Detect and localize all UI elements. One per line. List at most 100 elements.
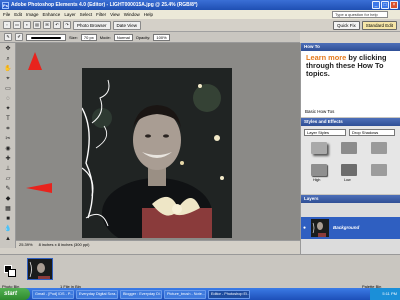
- menu-filter[interactable]: Filter: [96, 12, 106, 17]
- eye-icon[interactable]: ●: [303, 225, 306, 231]
- quick-fix-button[interactable]: Quick Fix: [332, 21, 360, 30]
- sponge-tool-icon[interactable]: ▲: [3, 235, 13, 243]
- eraser-tool-icon[interactable]: ▱: [3, 175, 13, 183]
- layers-panel-title[interactable]: Layers: [301, 195, 400, 203]
- size-label: Size:: [69, 34, 78, 40]
- help-search-input[interactable]: Type a question for help: [332, 11, 388, 18]
- how-to-panel-body: Learn more by clicking through these How…: [301, 51, 400, 117]
- menu-file[interactable]: File: [3, 12, 10, 17]
- print-icon[interactable]: ▤: [33, 21, 41, 29]
- style-category-select[interactable]: Layer Styles: [304, 129, 346, 136]
- size-field[interactable]: 70 px: [80, 33, 97, 41]
- shape-tool-icon[interactable]: ■: [3, 215, 13, 223]
- opacity-field[interactable]: 100%: [153, 33, 170, 41]
- taskbar-item[interactable]: Picture_brush - Note...: [164, 289, 206, 299]
- impressionist-brush-icon[interactable]: ✐: [15, 33, 23, 41]
- app-icon: Ps: [2, 1, 9, 9]
- new-icon[interactable]: ▫: [3, 21, 11, 29]
- workspace: 25.39% 8 inches x 8 inches (300 ppi): [16, 43, 300, 248]
- menu-layer[interactable]: Layer: [64, 12, 75, 17]
- red-eye-tool-icon[interactable]: ◉: [3, 145, 13, 153]
- minimize-button[interactable]: _: [372, 1, 380, 9]
- taskbar-item[interactable]: Blogger : Everyday Di...: [120, 289, 162, 299]
- style-swatch-high[interactable]: [311, 164, 327, 176]
- style-swatch-2[interactable]: [341, 142, 357, 154]
- paint-bucket-tool-icon[interactable]: ◆: [3, 195, 13, 203]
- shortcuts-bar: ▫ ▭ ▪ ▤ ✉ ↶ ↷ Photo Browser Date View Qu…: [0, 19, 400, 32]
- system-clock: 5:11 PM: [370, 288, 400, 300]
- eyedropper-tool-icon[interactable]: ⌖: [3, 75, 13, 83]
- date-view-button[interactable]: Date View: [112, 20, 141, 30]
- document-window: 25.39% 8 inches x 8 inches (300 ppi): [16, 43, 300, 248]
- photo-bin-thumbnail[interactable]: [27, 258, 53, 280]
- magic-wand-tool-icon[interactable]: ✦: [3, 105, 13, 113]
- brush-tool-icon[interactable]: ✎: [4, 33, 12, 41]
- close-button[interactable]: ×: [390, 1, 398, 9]
- how-to-panel: How To Learn more by clicking through th…: [301, 43, 400, 117]
- photo-image: [82, 68, 232, 238]
- how-to-intro: Learn more by clicking through these How…: [306, 54, 399, 78]
- menu-bar: File Edit Image Enhance Layer Select Fil…: [0, 10, 400, 19]
- annotation-arrow-up: [28, 52, 42, 70]
- document-status-bar: 25.39% 8 inches x 8 inches (300 ppi): [16, 240, 300, 248]
- basic-how-tos-link[interactable]: Basic How Tos: [305, 109, 334, 114]
- menu-enhance[interactable]: Enhance: [43, 12, 61, 17]
- layer-row-background[interactable]: ● Background: [301, 217, 400, 239]
- menu-select[interactable]: Select: [80, 12, 93, 17]
- hand-tool-icon[interactable]: ✋: [3, 65, 13, 73]
- window-controls: _ □ ×: [372, 1, 398, 9]
- annotation-arrow-left: [26, 183, 52, 193]
- taskbar-item[interactable]: Gmail - [Pod] IDS - P...: [32, 289, 74, 299]
- gradient-tool-icon[interactable]: ▦: [3, 205, 13, 213]
- menu-image[interactable]: Image: [26, 12, 39, 17]
- menu-window[interactable]: Window: [124, 12, 140, 17]
- undo-icon[interactable]: ↶: [53, 21, 61, 29]
- style-swatch-6[interactable]: [371, 164, 387, 176]
- style-swatch-3[interactable]: [371, 142, 387, 154]
- background-color-swatch[interactable]: [8, 269, 16, 277]
- palette-bin: How To Learn more by clicking through th…: [300, 43, 400, 273]
- healing-tool-icon[interactable]: ✚: [3, 155, 13, 163]
- start-button[interactable]: start: [0, 288, 30, 300]
- menu-edit[interactable]: Edit: [14, 12, 22, 17]
- clone-stamp-tool-icon[interactable]: ⊥: [3, 165, 13, 173]
- brush-tool-selected-icon[interactable]: ✎: [3, 185, 13, 193]
- layer-name: Background: [333, 225, 360, 230]
- style-swatch-1[interactable]: [311, 142, 327, 154]
- layer-thumbnail: [311, 219, 329, 237]
- move-tool-icon[interactable]: ✥: [3, 45, 13, 53]
- style-swatch-low-label: Low: [344, 178, 351, 182]
- style-swatch-high-label: High: [313, 178, 321, 182]
- zoom-level[interactable]: 25.39%: [19, 242, 33, 247]
- document-canvas[interactable]: [82, 68, 232, 238]
- mode-select[interactable]: Normal: [113, 33, 133, 41]
- save-icon[interactable]: ▪: [23, 21, 31, 29]
- menu-view[interactable]: View: [110, 12, 120, 17]
- lasso-tool-icon[interactable]: ◌: [3, 95, 13, 103]
- how-to-panel-title[interactable]: How To: [301, 43, 400, 51]
- cookie-cutter-tool-icon[interactable]: ✂: [3, 135, 13, 143]
- taskbar-item-active[interactable]: Editor - Photoshop El...: [208, 289, 250, 299]
- styles-panel-title[interactable]: Styles and Effects: [301, 118, 400, 126]
- email-icon[interactable]: ✉: [43, 21, 51, 29]
- taskbar-item[interactable]: Everyday Digital Scra...: [76, 289, 118, 299]
- menu-help[interactable]: Help: [144, 12, 153, 17]
- standard-edit-button[interactable]: Standard Edit: [361, 21, 397, 30]
- zoom-tool-icon[interactable]: ⌕: [3, 55, 13, 63]
- crop-tool-icon[interactable]: ⌗: [3, 125, 13, 133]
- maximize-button[interactable]: □: [381, 1, 389, 9]
- open-icon[interactable]: ▭: [13, 21, 21, 29]
- photo-bin: Photo Bin 1 File in Bin Palette Bin: [0, 254, 400, 289]
- styles-panel-body: Layer Styles Drop Shadows High Low: [301, 126, 400, 194]
- opacity-label: Opacity:: [135, 34, 151, 40]
- marquee-tool-icon[interactable]: ▭: [3, 85, 13, 93]
- redo-icon[interactable]: ↷: [63, 21, 71, 29]
- tool-options-bar: ✎ ✐ Size: 70 px Mode: Normal Opacity: 10…: [0, 32, 300, 43]
- style-swatch-low[interactable]: [341, 164, 357, 176]
- style-subcategory-select[interactable]: Drop Shadows: [349, 129, 395, 136]
- brush-preset-picker[interactable]: [26, 33, 66, 41]
- photo-browser-button[interactable]: Photo Browser: [73, 20, 111, 30]
- type-tool-icon[interactable]: T: [3, 115, 13, 123]
- document-dimensions: 8 inches x 8 inches (300 ppi): [38, 242, 90, 247]
- blur-tool-icon[interactable]: 💧: [3, 225, 13, 233]
